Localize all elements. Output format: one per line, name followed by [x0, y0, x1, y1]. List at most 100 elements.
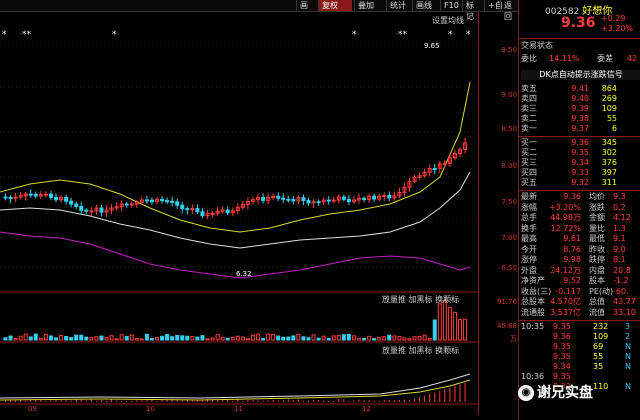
candle-body: [124, 203, 129, 206]
tick-price: 9.36: [553, 332, 571, 341]
tick-volume: 35: [593, 362, 604, 371]
bid-row[interactable]: 买二 9.35 302: [521, 148, 640, 158]
ma-line-yellow: [0, 81, 471, 233]
volume-bar: [210, 337, 215, 341]
tick-time: 10:35: [521, 322, 545, 331]
volume-bar: [271, 333, 276, 341]
candle-body: [28, 193, 33, 196]
volume-bar: [59, 335, 64, 341]
stat-row: 最高 9.61 最低 9.1: [521, 234, 640, 244]
book-price: 9.37: [571, 124, 589, 133]
bid-row[interactable]: 买三 9.34 376: [521, 158, 640, 168]
candle-body: [54, 196, 58, 201]
stat-value: 9.52: [563, 276, 581, 285]
volume-bar: [134, 338, 139, 341]
signal-mark: *: [352, 30, 357, 40]
stat-value: 9.98: [563, 255, 581, 264]
stat-label: 股本: [589, 276, 605, 285]
book-price: 9.38: [571, 114, 589, 123]
stat-label: 流通股: [521, 307, 545, 317]
stat-label: 跌停: [589, 255, 605, 264]
ask-row[interactable]: 卖三 9.39 109: [521, 104, 640, 114]
candle-body: [3, 196, 8, 199]
vol-label: 换颗标: [435, 295, 460, 304]
candle-body: [79, 205, 84, 211]
volume-bar: [331, 335, 336, 341]
volume-bar: [321, 335, 326, 341]
tick-row: 9.35 69 N: [521, 342, 640, 352]
ask-row[interactable]: 卖二 9.38 55: [521, 114, 640, 124]
candle-body: [185, 208, 190, 211]
volume-bar: [256, 333, 260, 341]
stat-value: 44.98万: [550, 213, 581, 222]
tick-price: 9.35: [553, 372, 571, 381]
stat-value: 4.12: [613, 213, 631, 222]
volume-bar: [422, 334, 427, 341]
volume-bar: [185, 335, 190, 341]
tick-volume: 55: [593, 352, 604, 361]
stat-value: 1.3: [613, 223, 626, 233]
book-label: 买二: [521, 148, 537, 157]
candle-body: [301, 197, 306, 201]
bid-row[interactable]: 买五 9.32 311: [521, 178, 640, 188]
toolbar-adjust-button[interactable]: 复权: [318, 0, 352, 11]
bid-row[interactable]: 买一 9.36 345: [521, 138, 640, 148]
candle-body: [382, 194, 387, 197]
toolbar-draw-button[interactable]: 画: [296, 0, 310, 11]
candle-body: [89, 210, 94, 213]
toolbar-stats-button[interactable]: 统计: [386, 0, 412, 11]
toolbar-back-button[interactable]: 返回: [500, 0, 518, 21]
volume-bar: [225, 337, 230, 341]
volume-bar: [463, 318, 468, 341]
kline-chart-area[interactable]: 设置均线 * ** * * ** * * 9.65 6.32 放量推 加黑标 换…: [0, 12, 478, 414]
stat-label: 总股本: [521, 297, 545, 306]
stat-value: 24.12万: [550, 265, 581, 275]
macd-label: 放量推: [382, 346, 406, 355]
volume-bar: [266, 333, 271, 341]
volume-bar: [387, 334, 392, 341]
ask-row[interactable]: 卖四 9.40 269: [521, 94, 640, 104]
book-volume: 109: [601, 104, 617, 113]
book-label: 买一: [521, 138, 537, 147]
toolbar-mark-button[interactable]: 标记: [462, 0, 484, 21]
toolbar-overlay-button[interactable]: 叠加: [354, 0, 384, 11]
x-tick-label: 09: [28, 405, 37, 413]
current-price: 9.36: [561, 15, 596, 31]
ask-row[interactable]: 卖一 9.37 6: [521, 124, 640, 134]
signal-mark: *: [2, 30, 7, 40]
macd-label: 换颗标: [435, 346, 460, 355]
book-label: 买三: [521, 158, 537, 167]
volume-bar: [23, 333, 28, 341]
toolbar-drawline-button[interactable]: 画线: [412, 0, 440, 11]
volume-bar: [367, 335, 372, 341]
volume-bar: [28, 336, 33, 341]
stat-value: 8.76: [563, 244, 581, 254]
bid-row[interactable]: 买四 9.33 397: [521, 168, 640, 178]
signal-marks-row: * ** * * ** * *: [0, 30, 478, 40]
volume-bar: [165, 334, 170, 341]
toolbar-f10-button[interactable]: F10: [440, 0, 462, 11]
volume-bar: [351, 335, 356, 341]
book-volume: 302: [601, 148, 617, 157]
volume-indicator-labels: 放量推 加黑标 换颗标: [382, 294, 459, 305]
volume-bar: [54, 337, 58, 341]
stat-row: 净资产 9.52 股本 -1.2: [521, 276, 640, 286]
ma-settings-label[interactable]: 设置均线: [432, 15, 464, 26]
price-tick: 8.50: [501, 125, 517, 133]
volume-bar: [64, 336, 69, 341]
volume-tick: 91.76: [496, 298, 517, 306]
volume-series: [3, 299, 468, 341]
volume-bar: [89, 337, 94, 341]
book-price: 9.33: [571, 168, 589, 177]
price-tick: 9.50: [501, 46, 517, 54]
candle-body: [99, 207, 104, 213]
tick-row: 10:36 9.35: [521, 372, 640, 382]
book-volume: 397: [601, 168, 617, 177]
stat-label: 涨停: [521, 255, 537, 264]
volume-bar: [129, 334, 134, 341]
book-volume: 864: [601, 84, 617, 93]
ask-row[interactable]: 卖五 9.41 864: [521, 84, 640, 94]
volume-bar: [407, 338, 412, 341]
volume-bar: [240, 336, 245, 341]
volume-bar: [412, 336, 417, 341]
